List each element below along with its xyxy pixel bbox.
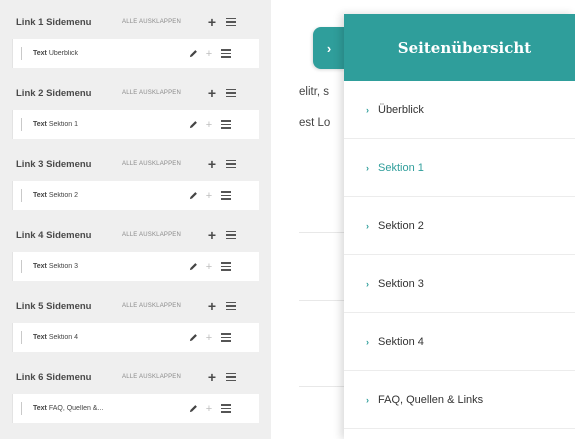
- expand-all-button[interactable]: ALLE AUSKLAPPEN: [122, 19, 204, 25]
- background-text: elitr, s: [299, 86, 330, 98]
- add-item-button[interactable]: +: [204, 85, 220, 101]
- add-item-button[interactable]: +: [204, 14, 220, 30]
- nav-item-section-3[interactable]: › Sektion 3: [344, 255, 575, 313]
- add-item-button[interactable]: +: [204, 369, 220, 385]
- chevron-right-icon: ›: [366, 162, 369, 173]
- add-subitem-button[interactable]: +: [201, 119, 217, 131]
- menu-group: Link 1 Sidemenu ALLE AUSKLAPPEN + Text Ü…: [12, 10, 259, 81]
- nav-item-overview[interactable]: › Überblick: [344, 81, 575, 139]
- menu-group-header: Link 1 Sidemenu ALLE AUSKLAPPEN +: [12, 10, 259, 34]
- drag-handle-icon[interactable]: [221, 262, 235, 271]
- drag-handle-icon[interactable]: [221, 191, 235, 200]
- drag-handle-icon[interactable]: [226, 372, 240, 382]
- chevron-right-icon: ›: [366, 336, 369, 347]
- chevron-right-icon: ›: [366, 220, 369, 231]
- edit-pencil-icon[interactable]: [185, 191, 201, 200]
- drag-handle-icon[interactable]: [221, 120, 235, 129]
- drawer-toggle-button[interactable]: ›: [313, 27, 345, 69]
- add-subitem-button[interactable]: +: [201, 48, 217, 60]
- menu-item-row: Text FAQ, Quellen &... +: [12, 394, 259, 423]
- nav-item-section-2[interactable]: › Sektion 2: [344, 197, 575, 255]
- menu-group-title: Link 6 Sidemenu: [16, 371, 92, 383]
- page-overview-drawer: Seitenübersicht › Überblick › Sektion 1 …: [344, 14, 575, 439]
- expand-all-button[interactable]: ALLE AUSKLAPPEN: [122, 303, 204, 309]
- background-text: est Lo: [299, 117, 331, 129]
- menu-group-header: Link 2 Sidemenu ALLE AUSKLAPPEN +: [12, 81, 259, 105]
- nav-item-label: Überblick: [378, 103, 424, 116]
- menu-group-title: Link 4 Sidemenu: [16, 229, 92, 241]
- nav-item-label: Sektion 3: [378, 277, 424, 290]
- menu-item-label: Text Sektion 3: [33, 263, 79, 270]
- drawer-header: Seitenübersicht: [344, 14, 575, 81]
- menu-item-row: Text Sektion 3 +: [12, 252, 259, 281]
- menu-item-row: Text Sektion 1 +: [12, 110, 259, 139]
- add-subitem-button[interactable]: +: [201, 190, 217, 202]
- edit-pencil-icon[interactable]: [185, 120, 201, 129]
- nav-item-section-4[interactable]: › Sektion 4: [344, 313, 575, 371]
- sidemenu-editor-panel: Link 1 Sidemenu ALLE AUSKLAPPEN + Text Ü…: [0, 0, 271, 439]
- drag-handle-icon[interactable]: [221, 404, 235, 413]
- menu-item-label: Text Sektion 1: [33, 121, 79, 128]
- edit-pencil-icon[interactable]: [185, 333, 201, 342]
- drag-handle-icon[interactable]: [221, 49, 235, 58]
- menu-group-title: Link 3 Sidemenu: [16, 158, 92, 170]
- drag-handle-icon[interactable]: [226, 230, 240, 240]
- menu-group-title: Link 2 Sidemenu: [16, 87, 92, 99]
- menu-group-header: Link 6 Sidemenu ALLE AUSKLAPPEN +: [12, 365, 259, 389]
- expand-all-button[interactable]: ALLE AUSKLAPPEN: [122, 374, 204, 380]
- edit-pencil-icon[interactable]: [185, 262, 201, 271]
- expand-all-button[interactable]: ALLE AUSKLAPPEN: [122, 90, 204, 96]
- chevron-right-icon: ›: [366, 394, 369, 405]
- add-item-button[interactable]: +: [204, 227, 220, 243]
- add-subitem-button[interactable]: +: [201, 403, 217, 415]
- menu-group: Link 4 Sidemenu ALLE AUSKLAPPEN + Text S…: [12, 223, 259, 294]
- menu-group: Link 6 Sidemenu ALLE AUSKLAPPEN + Text F…: [12, 365, 259, 436]
- drag-handle-icon[interactable]: [221, 333, 235, 342]
- page-preview: elitr, s est Lo › Seitenübersicht › Über…: [271, 0, 575, 439]
- drag-handle-icon[interactable]: [226, 159, 240, 169]
- drag-handle-icon[interactable]: [226, 17, 240, 27]
- menu-item-label: Text FAQ, Quellen &...: [33, 405, 104, 412]
- nav-item-label: Sektion 4: [378, 335, 424, 348]
- nav-item-label: Sektion 2: [378, 219, 424, 232]
- menu-item-row: Text Überblick +: [12, 39, 259, 68]
- edit-pencil-icon[interactable]: [185, 404, 201, 413]
- menu-group: Link 2 Sidemenu ALLE AUSKLAPPEN + Text S…: [12, 81, 259, 152]
- menu-item-label: Text Sektion 2: [33, 192, 79, 199]
- menu-group: Link 3 Sidemenu ALLE AUSKLAPPEN + Text S…: [12, 152, 259, 223]
- nav-item-label: FAQ, Quellen & Links: [378, 393, 484, 406]
- menu-item-label: Text Überblick: [33, 50, 79, 57]
- nav-item-section-1[interactable]: › Sektion 1: [344, 139, 575, 197]
- menu-group-header: Link 4 Sidemenu ALLE AUSKLAPPEN +: [12, 223, 259, 247]
- expand-all-button[interactable]: ALLE AUSKLAPPEN: [122, 232, 204, 238]
- add-subitem-button[interactable]: +: [201, 332, 217, 344]
- menu-group-header: Link 3 Sidemenu ALLE AUSKLAPPEN +: [12, 152, 259, 176]
- add-item-button[interactable]: +: [204, 298, 220, 314]
- menu-group-header: Link 5 Sidemenu ALLE AUSKLAPPEN +: [12, 294, 259, 318]
- drawer-title: Seitenübersicht: [397, 38, 532, 57]
- add-item-button[interactable]: +: [204, 156, 220, 172]
- edit-pencil-icon[interactable]: [185, 49, 201, 58]
- menu-item-row: Text Sektion 4 +: [12, 323, 259, 352]
- nav-item-label: Sektion 1: [378, 161, 424, 174]
- menu-group-title: Link 1 Sidemenu: [16, 16, 92, 28]
- chevron-right-icon: ›: [366, 278, 369, 289]
- drag-handle-icon[interactable]: [226, 301, 240, 311]
- nav-item-faq[interactable]: › FAQ, Quellen & Links: [344, 371, 575, 429]
- menu-group-title: Link 5 Sidemenu: [16, 300, 92, 312]
- add-subitem-button[interactable]: +: [201, 261, 217, 273]
- drag-handle-icon[interactable]: [226, 88, 240, 98]
- chevron-right-icon: ›: [366, 104, 369, 115]
- chevron-right-icon: ›: [326, 40, 332, 56]
- expand-all-button[interactable]: ALLE AUSKLAPPEN: [122, 161, 204, 167]
- menu-group: Link 5 Sidemenu ALLE AUSKLAPPEN + Text S…: [12, 294, 259, 365]
- menu-item-label: Text Sektion 4: [33, 334, 79, 341]
- menu-item-row: Text Sektion 2 +: [12, 181, 259, 210]
